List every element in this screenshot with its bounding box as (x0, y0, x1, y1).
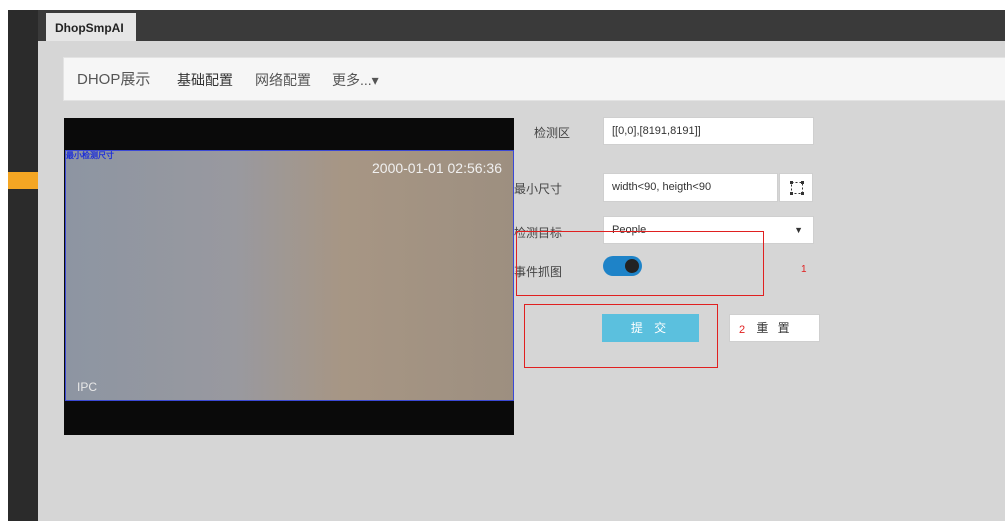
left-rail (8, 10, 38, 521)
top-bar (38, 10, 1005, 41)
app-tab[interactable]: DhopSmpAI (46, 13, 136, 41)
caret-down-icon: ▼ (794, 225, 803, 235)
draw-region-icon (790, 181, 804, 195)
detection-zone-label: 检测区 (533, 126, 570, 140)
annotation-number-2: 2 (739, 324, 746, 336)
camera-label: IPC (77, 380, 98, 394)
video-timestamp: 2000-01-01 02:56:36 (372, 160, 502, 176)
min-size-field[interactable]: width<90, heigth<90 (603, 173, 778, 202)
menu-item-more-dropdown[interactable]: 更多...▾ (332, 58, 379, 100)
menu-item-home[interactable]: DHOP展示 (77, 58, 150, 100)
detection-zone-field[interactable]: [[0,0],[8191,8191]] (603, 117, 814, 145)
annotation-box-1 (516, 231, 764, 296)
roi-label: 最小检测尺寸 (66, 151, 114, 160)
draw-region-button[interactable] (779, 173, 813, 202)
menu-item-network-config[interactable]: 网络配置 (255, 58, 311, 100)
video-frame[interactable] (65, 150, 514, 401)
annotation-box-2 (524, 304, 718, 368)
menu-item-basic-config[interactable]: 基础配置 (177, 58, 233, 100)
rail-active-marker[interactable] (8, 172, 38, 189)
menu-bar: DHOP展示 基础配置 网络配置 更多...▾ (63, 57, 1005, 101)
min-size-label: 最小尺寸 (513, 182, 562, 196)
annotation-number-1: 1 (801, 264, 807, 275)
